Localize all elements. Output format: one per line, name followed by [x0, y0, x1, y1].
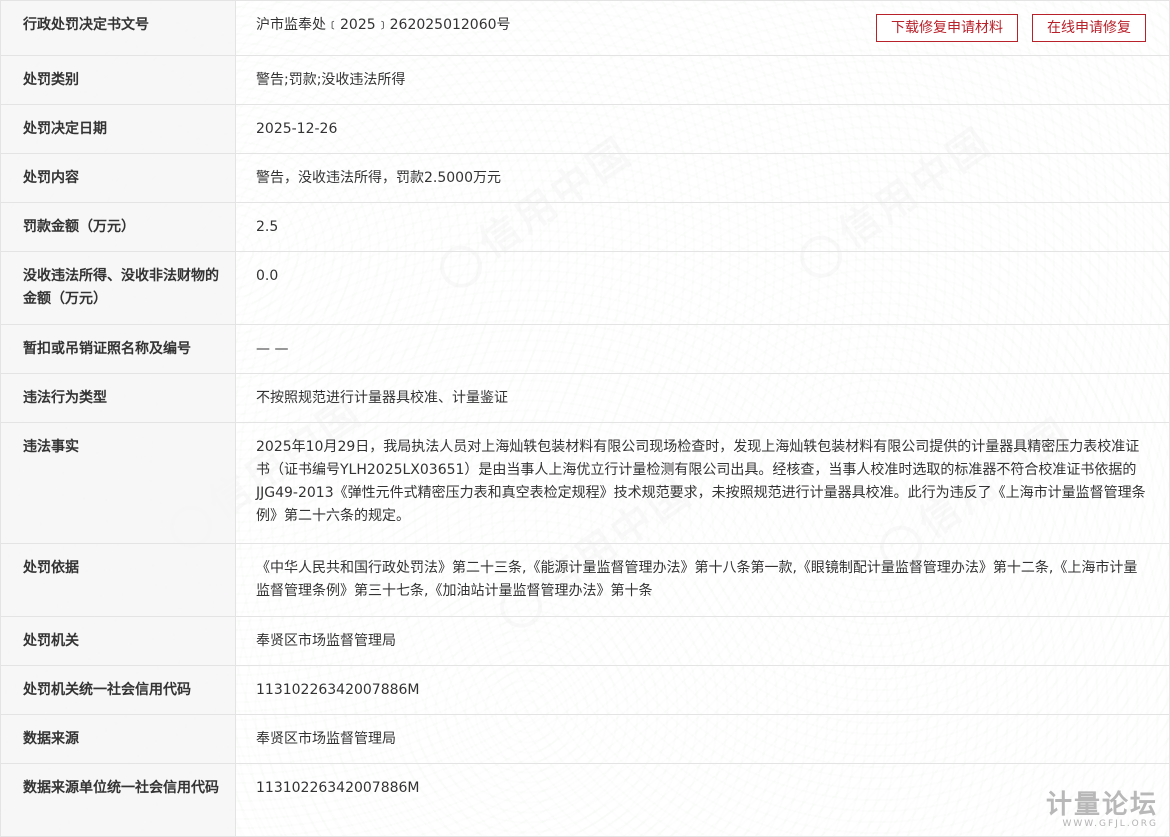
forum-logo: 计量论坛 WWW.GFJL.ORG	[1046, 791, 1158, 829]
table-row: 数据来源 奉贤区市场监督管理局	[0, 714, 1170, 764]
row-value: 警告，没收违法所得，罚款2.5000万元	[235, 153, 1170, 203]
row-value: 奉贤区市场监督管理局	[235, 714, 1170, 764]
row-label: 数据来源单位统一社会信用代码	[0, 763, 236, 837]
online-repair-application-button[interactable]: 在线申请修复	[1032, 14, 1146, 42]
row-label: 没收违法所得、没收非法财物的金额（万元）	[0, 251, 236, 325]
row-value: 奉贤区市场监督管理局	[235, 616, 1170, 666]
row-label: 行政处罚决定书文号	[0, 0, 236, 56]
row-label: 处罚决定日期	[0, 104, 236, 154]
table-row: 处罚依据 《中华人民共和国行政处罚法》第二十三条,《能源计量监督管理办法》第十八…	[0, 543, 1170, 617]
row-label: 处罚机关统一社会信用代码	[0, 665, 236, 715]
row-label: 违法行为类型	[0, 373, 236, 423]
forum-logo-url: WWW.GFJL.ORG	[1062, 819, 1158, 829]
row-value: 11310226342007886M	[235, 763, 1170, 837]
table-row: 违法行为类型 不按照规范进行计量器具校准、计量鉴证	[0, 373, 1170, 423]
row-value: 2025年10月29日，我局执法人员对上海灿轶包装材料有限公司现场检查时，发现上…	[235, 422, 1170, 544]
table-row: 处罚决定日期 2025-12-26	[0, 104, 1170, 154]
row-value: 警告;罚款;没收违法所得	[235, 55, 1170, 105]
row-value: 0.0	[235, 251, 1170, 325]
row-label: 处罚机关	[0, 616, 236, 666]
forum-logo-text: 计量论坛	[1045, 790, 1158, 820]
decision-number: 沪市监奉处﹝2025﹞262025012060号	[256, 17, 511, 33]
table-row: 处罚机关 奉贤区市场监督管理局	[0, 616, 1170, 666]
table-row: 处罚内容 警告，没收违法所得，罚款2.5000万元	[0, 153, 1170, 203]
row-label: 违法事实	[0, 422, 236, 544]
penalty-info-table: 行政处罚决定书文号 沪市监奉处﹝2025﹞262025012060号 下载修复申…	[0, 0, 1170, 837]
table-row: 处罚类别 警告;罚款;没收违法所得	[0, 55, 1170, 105]
table-row: 违法事实 2025年10月29日，我局执法人员对上海灿轶包装材料有限公司现场检查…	[0, 422, 1170, 544]
row-label: 处罚类别	[0, 55, 236, 105]
row-label: 处罚内容	[0, 153, 236, 203]
row-label: 处罚依据	[0, 543, 236, 617]
table-row: 数据来源单位统一社会信用代码 11310226342007886M	[0, 763, 1170, 837]
row-value: 2.5	[235, 202, 1170, 252]
row-value: 不按照规范进行计量器具校准、计量鉴证	[235, 373, 1170, 423]
row-value: 《中华人民共和国行政处罚法》第二十三条,《能源计量监督管理办法》第十八条第一款,…	[235, 543, 1170, 617]
row-value: 沪市监奉处﹝2025﹞262025012060号 下载修复申请材料 在线申请修复	[235, 0, 1170, 56]
table-row: 行政处罚决定书文号 沪市监奉处﹝2025﹞262025012060号 下载修复申…	[0, 0, 1170, 56]
decision-number-cell: 沪市监奉处﹝2025﹞262025012060号 下载修复申请材料 在线申请修复	[256, 14, 1147, 42]
download-repair-materials-button[interactable]: 下载修复申请材料	[876, 14, 1018, 42]
row-label: 罚款金额（万元）	[0, 202, 236, 252]
table-row: 没收违法所得、没收非法财物的金额（万元） 0.0	[0, 251, 1170, 325]
row-label: 数据来源	[0, 714, 236, 764]
action-buttons: 下载修复申请材料 在线申请修复	[876, 14, 1146, 42]
row-label: 暂扣或吊销证照名称及编号	[0, 324, 236, 374]
page: 信用中国 信用中国 信用中国 信用中国 信用中国 行政处罚决定书文号 沪市监奉处…	[0, 0, 1170, 837]
row-value: 2025-12-26	[235, 104, 1170, 154]
row-value: — —	[235, 324, 1170, 374]
table-row: 处罚机关统一社会信用代码 11310226342007886M	[0, 665, 1170, 715]
row-value: 11310226342007886M	[235, 665, 1170, 715]
table-row: 罚款金额（万元） 2.5	[0, 202, 1170, 252]
table-row: 暂扣或吊销证照名称及编号 — —	[0, 324, 1170, 374]
